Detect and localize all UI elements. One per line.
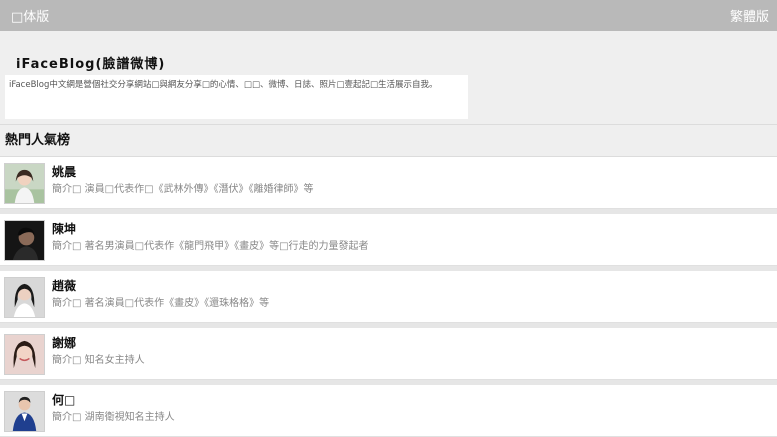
avatar-photo-icon	[5, 164, 44, 203]
avatar-photo-icon	[5, 221, 44, 260]
list-item[interactable]: 何□ 簡介□ 湖南衛視知名主持人	[0, 385, 777, 437]
top-bar: □体版 繁體版	[0, 0, 777, 31]
avatar[interactable]	[4, 220, 45, 261]
traditional-chinese-link[interactable]: 繁體版	[730, 6, 769, 25]
person-name[interactable]: 姚晨	[52, 163, 76, 180]
people-list: 姚晨 簡介□ 演員□代表作□《武林外傳》《潛伏》《離婚律師》等 陳坤 簡介□ 著…	[0, 157, 777, 437]
list-item[interactable]: 趙薇 簡介□ 著名演員□代表作《畫皮》《還珠格格》等	[0, 271, 777, 323]
person-name[interactable]: 謝娜	[52, 334, 76, 351]
list-item[interactable]: 謝娜 簡介□ 知名女主持人	[0, 328, 777, 380]
list-item[interactable]: 陳坤 簡介□ 著名男演員□代表作《龍門飛甲》《畫皮》等□行走的力量發起者	[0, 214, 777, 266]
avatar[interactable]	[4, 163, 45, 204]
section-title: 熱門人氣榜	[0, 124, 777, 157]
person-name[interactable]: 陳坤	[52, 220, 76, 237]
avatar-photo-icon	[5, 278, 44, 317]
avatar[interactable]	[4, 391, 45, 432]
site-header: iFaceBlog(臉譜微博) iFaceBlog中文網是營個社交分享網站□與網…	[0, 31, 777, 124]
simplified-chinese-link[interactable]: □体版	[11, 6, 49, 25]
person-intro: 簡介□ 著名演員□代表作《畫皮》《還珠格格》等	[52, 298, 270, 309]
person-intro: 簡介□ 湖南衛視知名主持人	[52, 412, 175, 423]
person-intro: 簡介□ 知名女主持人	[52, 355, 145, 366]
avatar[interactable]	[4, 277, 45, 318]
site-title[interactable]: iFaceBlog(臉譜微博)	[16, 53, 777, 72]
person-intro: 簡介□ 演員□代表作□《武林外傳》《潛伏》《離婚律師》等	[52, 184, 314, 195]
list-item[interactable]: 姚晨 簡介□ 演員□代表作□《武林外傳》《潛伏》《離婚律師》等	[0, 157, 777, 209]
person-name[interactable]: 趙薇	[52, 277, 76, 294]
avatar[interactable]	[4, 334, 45, 375]
avatar-photo-icon	[5, 392, 44, 431]
site-description: iFaceBlog中文網是營個社交分享網站□與網友分享□的心情、□□、微博、日誌…	[5, 75, 468, 119]
person-intro: 簡介□ 著名男演員□代表作《龍門飛甲》《畫皮》等□行走的力量發起者	[52, 241, 369, 252]
avatar-photo-icon	[5, 335, 44, 374]
person-name[interactable]: 何□	[52, 391, 75, 408]
